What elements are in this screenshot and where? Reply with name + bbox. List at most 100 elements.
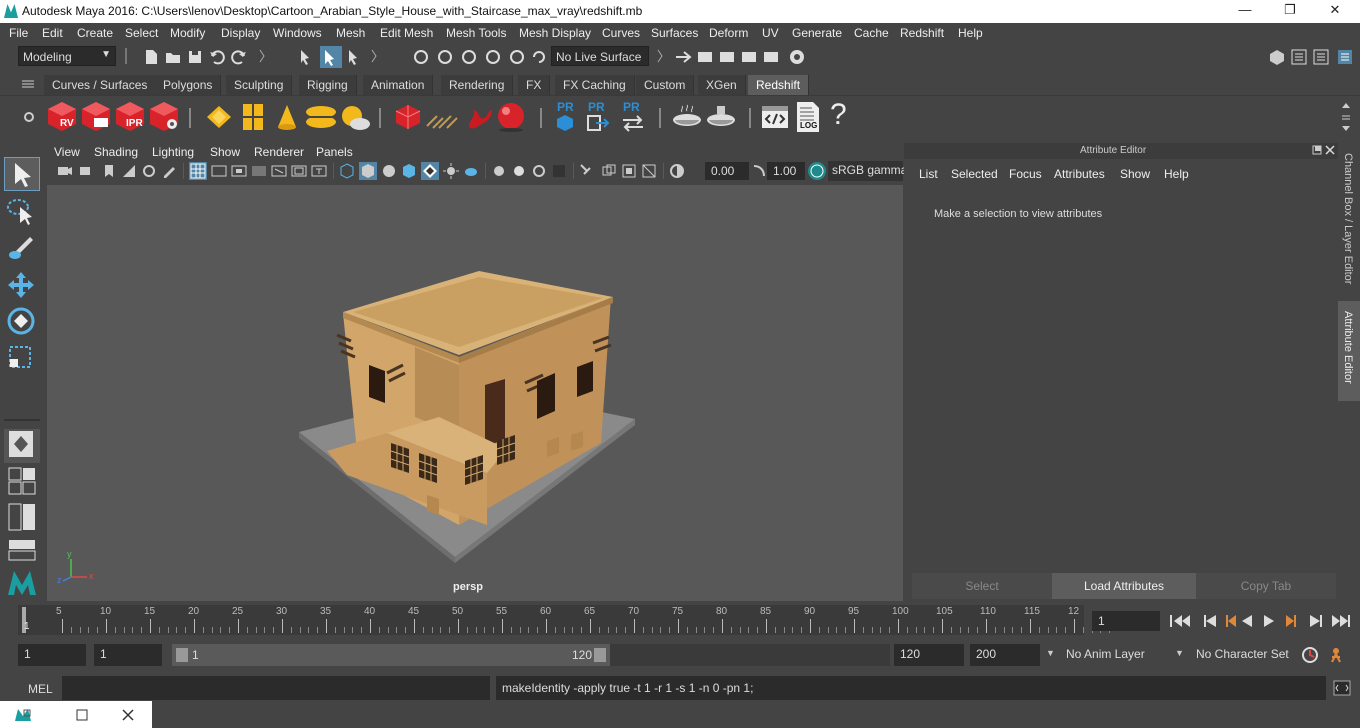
rs-render-sequence-button[interactable] xyxy=(80,100,112,134)
attribute-editor-toggle-icon[interactable] xyxy=(1290,48,1308,66)
exposure-icon[interactable] xyxy=(669,163,685,179)
motion-blur-icon[interactable] xyxy=(491,163,507,179)
anim-layer-dropdown[interactable]: No Anim Layer xyxy=(1060,644,1160,666)
menu-mesh-tools[interactable]: Mesh Tools xyxy=(446,26,506,40)
tab-fx-caching[interactable]: FX Caching xyxy=(555,75,635,95)
script-editor-icon[interactable] xyxy=(1332,679,1352,697)
vp-menu-view[interactable]: View xyxy=(54,145,80,159)
image-plane-icon[interactable] xyxy=(121,163,137,179)
wireframe-on-shaded-icon[interactable] xyxy=(381,163,397,179)
camera-select-icon[interactable] xyxy=(57,163,73,179)
render-frame-icon[interactable] xyxy=(718,48,736,66)
range-slider[interactable]: 1 120 xyxy=(172,644,610,666)
menu-display[interactable]: Display xyxy=(221,26,260,40)
menu-surfaces[interactable]: Surfaces xyxy=(651,26,698,40)
tab-redshift[interactable]: Redshift xyxy=(748,75,810,95)
bookmark-icon[interactable] xyxy=(101,163,117,179)
exposure-field[interactable]: 0.00 xyxy=(705,162,749,180)
move-tool-button[interactable] xyxy=(4,269,40,303)
animation-preferences-icon[interactable] xyxy=(1328,646,1348,664)
open-scene-icon[interactable] xyxy=(164,48,182,66)
shelf-scroll-icon[interactable] xyxy=(1340,100,1352,134)
restore-icon[interactable] xyxy=(76,709,88,721)
menu-deform[interactable]: Deform xyxy=(709,26,748,40)
ae-load-attributes-button[interactable]: Load Attributes xyxy=(1052,573,1196,599)
redo-icon[interactable] xyxy=(230,48,248,66)
rs-log-button[interactable]: LOG xyxy=(794,100,822,134)
tab-xgen[interactable]: XGen xyxy=(698,75,746,95)
ae-menu-attributes[interactable]: Attributes xyxy=(1054,167,1105,181)
tool-settings-icon[interactable] xyxy=(1312,48,1330,66)
grease-pencil-icon[interactable] xyxy=(161,163,177,179)
tab-rendering[interactable]: Rendering xyxy=(441,75,514,95)
menu-edit[interactable]: Edit xyxy=(42,26,63,40)
menu-select[interactable]: Select xyxy=(125,26,158,40)
use-all-lights-button[interactable] xyxy=(421,162,439,180)
rs-area-light-icon[interactable] xyxy=(203,102,235,132)
snap-curve-icon[interactable] xyxy=(436,48,454,66)
single-view-button[interactable] xyxy=(4,429,40,463)
lasso-tool-button[interactable] xyxy=(4,195,40,229)
menu-mesh[interactable]: Mesh xyxy=(336,26,365,40)
rs-pr-export-button[interactable]: PR xyxy=(584,100,612,134)
menu-windows[interactable]: Windows xyxy=(273,26,322,40)
close-icon[interactable] xyxy=(122,709,134,721)
tab-fx[interactable]: FX xyxy=(518,75,551,95)
undo-icon[interactable] xyxy=(208,48,226,66)
ambient-occlusion-icon[interactable] xyxy=(463,163,479,179)
rs-render-view-button[interactable]: RV xyxy=(46,100,78,134)
mode-dropdown[interactable]: Modeling ▼ xyxy=(18,46,116,66)
rotate-tool-button[interactable] xyxy=(4,305,40,339)
render-view-icon[interactable] xyxy=(696,48,714,66)
four-view-layout-icon[interactable] xyxy=(8,467,36,495)
rs-ies-light-icon[interactable] xyxy=(304,102,338,132)
hypershade-icon[interactable] xyxy=(788,48,806,66)
resolution-gate-icon[interactable] xyxy=(231,163,247,179)
field-chart-icon[interactable] xyxy=(271,163,287,179)
playback-end-field[interactable]: 120 xyxy=(894,644,964,666)
vp-menu-show[interactable]: Show xyxy=(210,145,240,159)
vp-menu-panels[interactable]: Panels xyxy=(316,145,353,159)
xray-joints-icon[interactable] xyxy=(601,163,617,179)
depth-of-field-icon[interactable] xyxy=(531,163,547,179)
maximize-button[interactable]: ❐ xyxy=(1270,2,1310,20)
rs-proxy-icon[interactable] xyxy=(393,102,423,132)
rs-bake-icon[interactable] xyxy=(670,102,704,132)
smooth-shade-button[interactable] xyxy=(359,162,377,180)
save-scene-icon[interactable] xyxy=(186,48,204,66)
rs-hair-icon[interactable] xyxy=(462,100,496,134)
safe-title-icon[interactable] xyxy=(311,163,327,179)
select-tool-button[interactable] xyxy=(4,157,40,191)
rs-script-icon[interactable] xyxy=(760,102,790,132)
modeling-toolkit-icon[interactable] xyxy=(1268,48,1286,66)
select-by-object-button[interactable] xyxy=(320,46,342,68)
rs-sphere-icon[interactable] xyxy=(494,100,528,134)
playback-start-field[interactable]: 1 xyxy=(94,644,162,666)
command-input[interactable] xyxy=(62,676,490,700)
tab-animation[interactable]: Animation xyxy=(363,75,434,95)
time-ruler[interactable]: 5 10 15 20 25 30 35 40 45 50 55 60 65 70 75 80 85 90 95 100… xyxy=(18,605,1111,635)
menu-uv[interactable]: UV xyxy=(762,26,779,40)
shelf-settings-icon[interactable] xyxy=(22,110,36,124)
tab-sculpting[interactable]: Sculpting xyxy=(226,75,293,95)
hud-icon[interactable] xyxy=(641,163,657,179)
menu-curves[interactable]: Curves xyxy=(602,26,640,40)
menu-generate[interactable]: Generate xyxy=(792,26,842,40)
float-panel-icon[interactable] xyxy=(1312,145,1322,155)
outliner-layout-icon[interactable] xyxy=(8,539,36,561)
menu-modify[interactable]: Modify xyxy=(170,26,205,40)
snap-grid-icon[interactable] xyxy=(412,48,430,66)
range-end-handle[interactable] xyxy=(594,648,606,662)
gamma-field[interactable]: 1.00 xyxy=(767,162,805,180)
wireframe-icon[interactable] xyxy=(339,163,355,179)
animation-start-field[interactable]: 1 xyxy=(18,644,86,666)
view-transform-dropdown[interactable]: sRGB gamma xyxy=(828,161,907,181)
ae-select-button[interactable]: Select xyxy=(912,573,1052,599)
ae-menu-show[interactable]: Show xyxy=(1120,167,1150,181)
rs-render-settings-button[interactable] xyxy=(148,100,180,134)
mel-label[interactable]: MEL xyxy=(28,682,53,696)
menu-cache[interactable]: Cache xyxy=(854,26,889,40)
rs-physical-light-icon[interactable] xyxy=(272,102,302,132)
anti-aliasing-icon[interactable] xyxy=(511,163,527,179)
rs-pr-transfer-button[interactable]: PR xyxy=(619,100,647,134)
